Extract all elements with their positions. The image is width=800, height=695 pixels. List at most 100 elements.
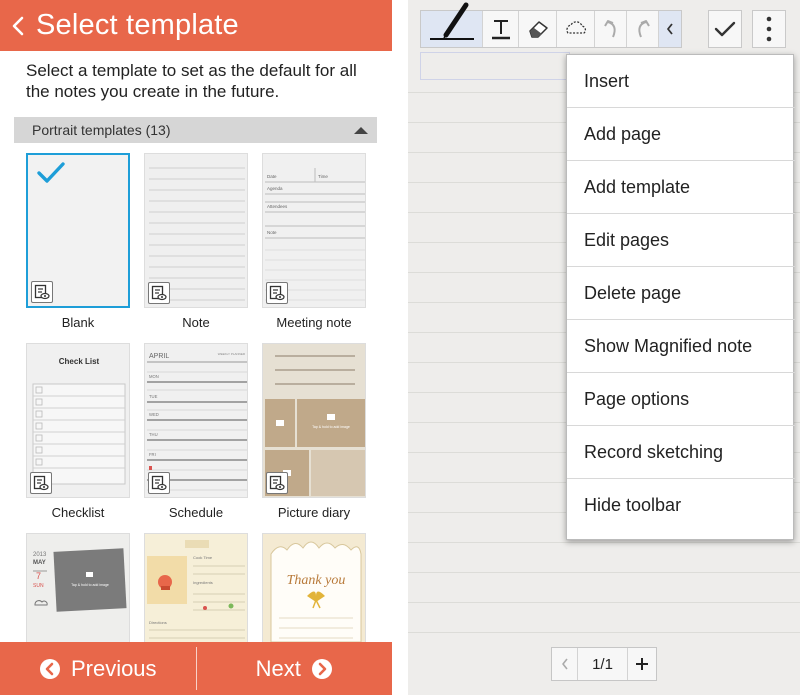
note-title-field[interactable] [420,52,570,80]
template-schedule[interactable]: APRIL WEEKLY PLANNER MON TUE WED THU FRI [144,343,248,498]
preview-button[interactable] [30,472,52,494]
template-meeting-note[interactable]: Date Time Agenda Attendees Note [262,153,366,308]
paper-line [408,602,800,603]
options-menu: Insert Add page Add template Edit pages … [566,54,795,540]
template-thank-you[interactable]: Thank you [262,533,366,643]
eraser-icon [528,21,548,38]
thumb-cal-hint: Tap & hold to add image [71,583,109,587]
header-bar: Select template [0,0,392,51]
thumb-agenda-label: Agenda [267,186,283,191]
next-label: Next [255,655,301,681]
template-label: Picture diary [277,505,351,520]
eraser-tool-button[interactable] [519,11,557,47]
template-label: Meeting note [276,315,352,330]
thumb-schedule-tag: WEEKLY PLANNER [218,352,246,356]
template-label: Checklist [51,505,105,520]
preview-eye-icon [33,475,49,491]
preview-eye-icon [269,285,285,301]
portrait-templates-section-header[interactable]: Portrait templates (13) [14,117,377,143]
template-label: Note [182,315,210,330]
menu-item-show-magnified-note[interactable]: Show Magnified note [567,320,795,373]
redo-icon [637,20,650,38]
paper-line [408,572,800,573]
thumb-time-label: Time [318,174,328,179]
template-checklist[interactable]: Check List [26,343,130,498]
menu-item-record-sketching[interactable]: Record sketching [567,426,795,479]
template-blank[interactable] [26,153,130,308]
thumb-recipe-ingredients: Ingredients [193,580,213,585]
chevron-left-circle-icon [39,658,60,679]
preview-eye-icon [34,284,50,300]
thumb-cal-day: 7 [36,571,41,581]
menu-item-delete-page[interactable]: Delete page [567,267,795,320]
template-picker-screen: Select template Select a template to set… [0,0,392,695]
page-navigator: 1/1 [551,647,657,681]
thumb-day: FRI [149,452,156,457]
text-tool-button[interactable] [483,11,519,47]
chevron-left-icon [561,658,568,670]
checkmark-icon [714,21,736,37]
note-editor-screen: Insert Add page Add template Edit pages … [408,0,800,695]
thumb-schedule-month: APRIL [149,353,169,360]
add-page-button[interactable] [628,648,656,680]
chevron-up-icon [354,127,368,134]
recipe-thumbnail: Cook Time Ingredients Directions [147,540,245,639]
more-vertical-icon [766,16,772,42]
menu-item-add-template[interactable]: Add template [567,161,795,214]
template-recipe[interactable]: Cook Time Ingredients Directions [144,533,248,643]
menu-item-edit-pages[interactable]: Edit pages [567,214,795,267]
thumb-day: THU [149,432,158,437]
preview-button[interactable] [266,472,288,494]
preview-button[interactable] [266,282,288,304]
template-photo-calendar[interactable]: 2013 MAY 7 SUN Tap & hold to add image [26,533,130,643]
undo-icon [603,20,616,38]
chevron-left-icon [667,23,673,35]
thumb-cal-month: MAY [33,560,46,566]
text-tool-icon [491,20,510,40]
done-button[interactable] [708,10,742,48]
thumb-diary-hint: Tap & hold to add image [312,425,350,429]
description-text: Select a template to set as the default … [26,61,357,101]
chevron-right-circle-icon [311,658,332,679]
section-label: Portrait templates (13) [32,122,171,138]
back-button[interactable] [0,0,36,51]
menu-item-add-page[interactable]: Add page [567,108,795,161]
template-note[interactable] [144,153,248,308]
menu-item-insert[interactable]: Insert [567,55,795,108]
lasso-tool-button[interactable] [557,11,595,47]
thumb-cal-weekday: SUN [33,583,44,589]
previous-label: Previous [70,655,157,681]
menu-item-hide-toolbar[interactable]: Hide toolbar [567,479,795,532]
preview-button[interactable] [31,281,53,303]
lasso-icon [565,21,586,34]
thumb-day: TUE [149,394,158,399]
undo-button[interactable] [595,11,627,47]
template-label: Blank [61,315,95,330]
pen-icon [429,2,474,40]
page-indicator: 1/1 [578,648,628,680]
page-title: Select template [36,9,239,41]
template-picture-diary[interactable]: Tap & hold to add image [262,343,366,498]
photo-calendar-thumbnail: 2013 MAY 7 SUN Tap & hold to add image [33,548,127,612]
thumb-checklist-title: Check List [59,357,100,366]
thank-you-thumbnail: Thank you [270,541,362,642]
paper-line [408,632,800,633]
collapse-toolbar-button[interactable] [659,11,681,47]
preview-button[interactable] [148,282,170,304]
pen-tool-button[interactable] [421,2,483,47]
more-options-button[interactable] [752,10,786,48]
chevron-left-icon [12,16,24,35]
redo-button[interactable] [627,11,659,47]
thumb-thanks-text: Thank you [287,573,346,588]
thumb-note-label: Note [267,230,277,235]
previous-button[interactable]: Previous [0,642,196,695]
preview-button[interactable] [148,472,170,494]
plus-icon [636,658,648,670]
thumb-recipe-cook: Cook Time [193,555,213,560]
thumb-day: WED [149,412,159,417]
preview-eye-icon [151,285,167,301]
menu-item-page-options[interactable]: Page options [567,373,795,426]
next-button[interactable]: Next [197,642,393,695]
checkmark-icon [37,162,65,183]
previous-page-button[interactable] [552,648,578,680]
